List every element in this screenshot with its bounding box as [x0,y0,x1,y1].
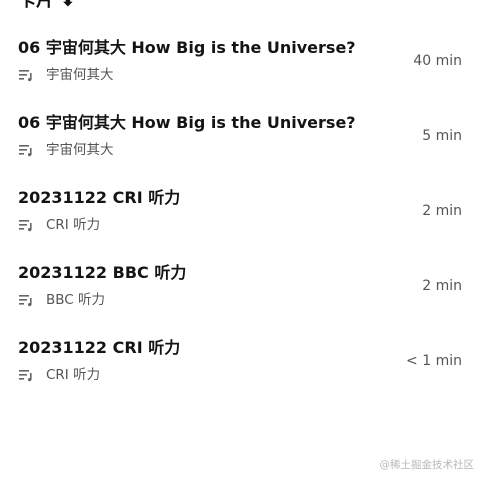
playlist-icon [18,143,34,157]
list-item[interactable]: 20231122 BBC 听力 BBC 听力 2 min [0,263,480,333]
item-title: 06 宇宙何其大 How Big is the Universe? [18,113,356,132]
list-item[interactable]: 06 宇宙何其大 How Big is the Universe? 宇宙何其大 … [0,113,480,183]
item-duration: < 1 min [406,353,462,369]
item-title: 20231122 BBC 听力 [18,263,187,282]
item-subtitle-row: BBC 听力 [18,291,105,309]
item-title: 06 宇宙何其大 How Big is the Universe? [18,38,356,57]
item-title: 20231122 CRI 听力 [18,338,181,357]
item-duration: 2 min [422,278,462,294]
playlist-icon [18,218,34,232]
item-subtitle-row: CRI 听力 [18,216,100,234]
item-duration: 2 min [422,203,462,219]
playlist-icon [18,68,34,82]
playlist-icon [18,293,34,307]
page: 卡片 ⬇ 06 宇宙何其大 How Big is the Universe? 宇… [0,0,480,480]
playlist-icon [18,368,34,382]
list-item[interactable]: 06 宇宙何其大 How Big is the Universe? 宇宙何其大 … [0,38,480,108]
top-partial-text: 卡片 ⬇ [18,0,76,11]
watermark: @稀土掘金技术社区 [379,459,475,471]
item-subtitle: BBC 听力 [46,292,106,308]
item-subtitle-row: 宇宙何其大 [18,141,114,159]
item-subtitle-row: CRI 听力 [18,366,100,384]
item-subtitle: CRI 听力 [46,367,101,383]
list-item[interactable]: 20231122 CRI 听力 CRI 听力 2 min [0,188,480,258]
item-duration: 40 min [413,53,462,69]
item-subtitle: CRI 听力 [46,217,101,233]
top-partial-header: 卡片 ⬇ [18,0,75,10]
item-subtitle: 宇宙何其大 [46,67,114,83]
list-item[interactable]: 20231122 CRI 听力 CRI 听力 < 1 min [0,338,480,408]
item-duration: 5 min [422,128,462,144]
item-title: 20231122 CRI 听力 [18,188,181,207]
item-subtitle: 宇宙何其大 [46,142,114,158]
item-subtitle-row: 宇宙何其大 [18,66,114,84]
